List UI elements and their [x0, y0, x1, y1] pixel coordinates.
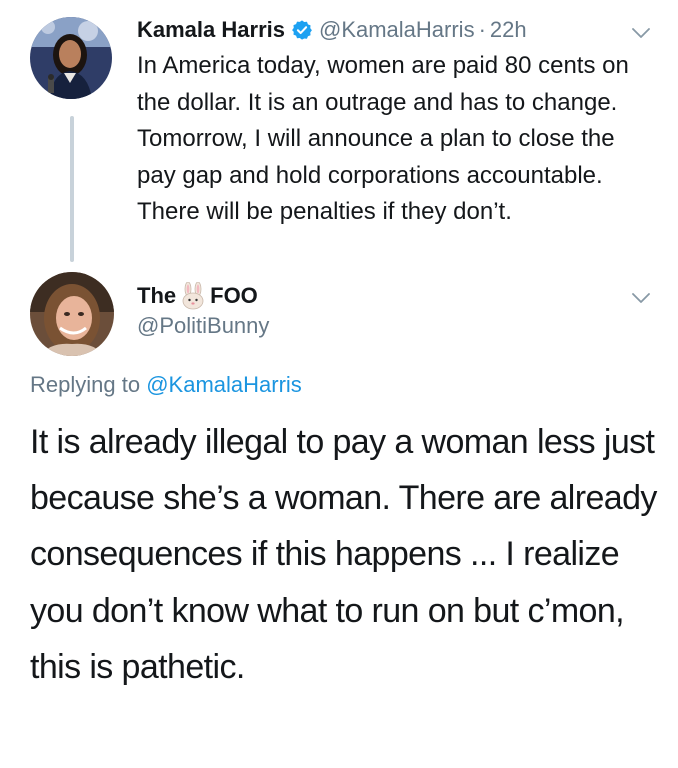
verified-badge-icon [291, 19, 313, 41]
replying-to-line: Replying to @KamalaHarris [30, 372, 302, 398]
tweet2-text: It is already illegal to pay a woman les… [30, 423, 657, 686]
tweet1-display-name[interactable]: Kamala Harris [137, 17, 285, 43]
chevron-down-icon[interactable] [631, 26, 651, 40]
tweet1-timestamp[interactable]: 22h [490, 17, 527, 43]
tweet2-handle[interactable]: @PolitiBunny [137, 313, 269, 339]
tweet2-name-first: The [137, 283, 177, 308]
replying-prefix: Replying to [30, 372, 141, 397]
tweet1-separator: · [478, 17, 486, 42]
chevron-down-icon[interactable] [631, 291, 651, 305]
tweet2-display-name[interactable]: The FOO [137, 279, 258, 313]
kamala-harris-avatar[interactable] [30, 17, 112, 99]
tweet2-name-second: FOO [210, 283, 258, 308]
politibunny-avatar[interactable] [30, 272, 114, 356]
rabbit-face-icon [179, 282, 207, 310]
thread-connector-line [70, 116, 74, 262]
tweet1-text: In America today, women are paid 80 cent… [137, 52, 629, 226]
replying-to-mention-link[interactable]: @KamalaHarris [146, 372, 302, 397]
tweet1-header: Kamala Harris @KamalaHarris · 22h [137, 13, 657, 47]
tweet1-handle[interactable]: @KamalaHarris [319, 17, 475, 43]
